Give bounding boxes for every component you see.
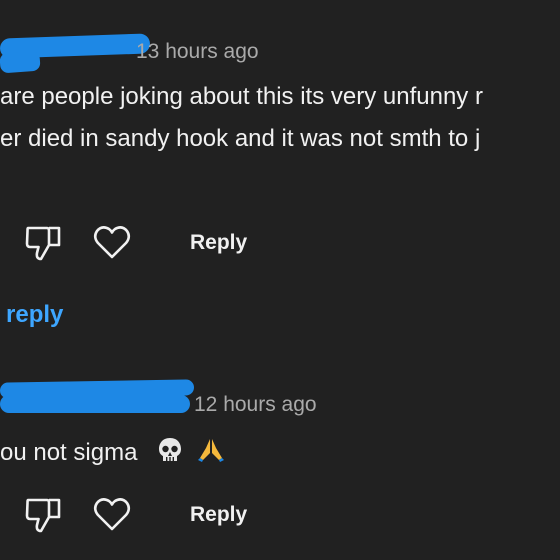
comment-timestamp: 12 hours ago — [194, 393, 317, 416]
praying-hands-icon — [197, 436, 225, 471]
comment-text-content: ou not sigma — [0, 438, 138, 466]
comment-timestamp: 13 hours ago — [136, 40, 259, 63]
heart-icon[interactable] — [92, 222, 132, 267]
heart-icon[interactable] — [92, 494, 132, 539]
view-replies-link[interactable]: 1 reply — [0, 301, 63, 329]
reply-button[interactable]: Reply — [190, 503, 247, 527]
comment-text: ou not sigma — [0, 436, 225, 471]
comment-text-line: are people joking about this its very un… — [0, 83, 483, 110]
dislike-icon[interactable] — [24, 224, 64, 269]
comment-text-line: er died in sandy hook and it was not smt… — [0, 125, 481, 152]
dislike-icon[interactable] — [24, 496, 64, 541]
reply-button[interactable]: Reply — [190, 231, 247, 255]
username-redaction — [0, 395, 190, 413]
skull-icon — [156, 436, 184, 471]
username-redaction — [0, 50, 41, 74]
